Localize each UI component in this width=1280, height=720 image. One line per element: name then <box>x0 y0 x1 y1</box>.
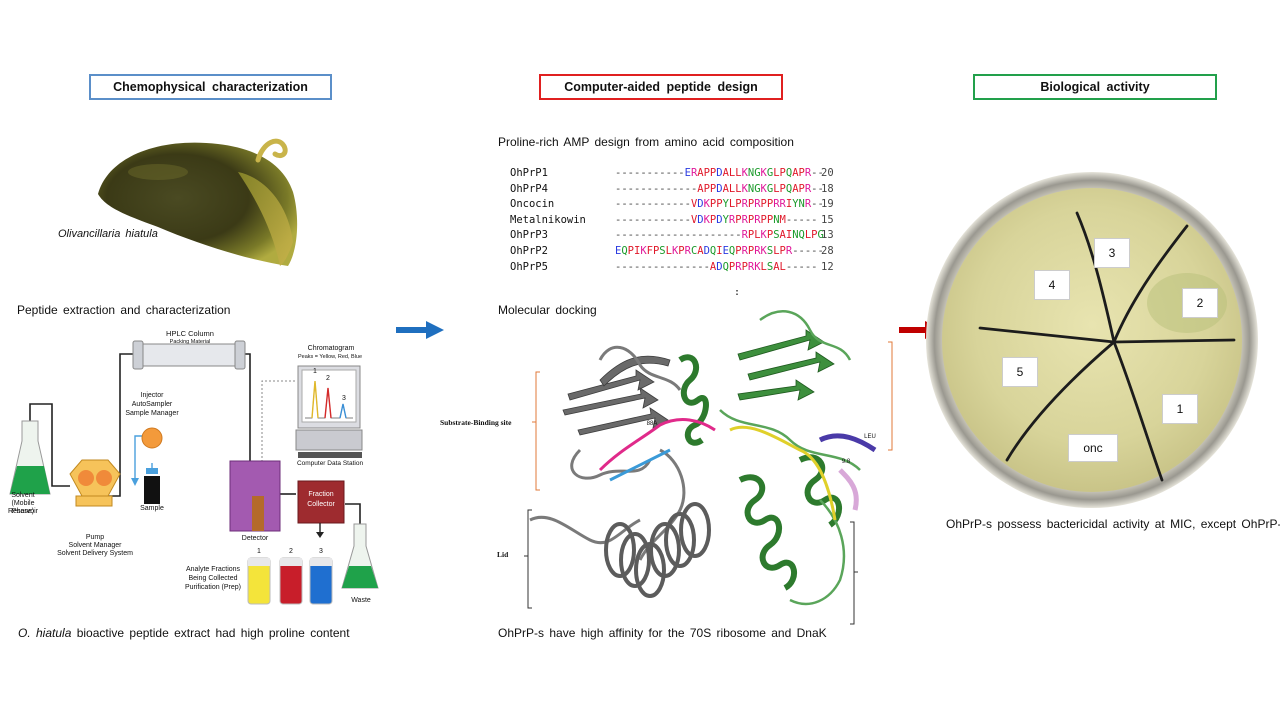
fraction-collector-label-2: Collector <box>307 501 335 508</box>
pump-label-1: Pump <box>85 534 105 541</box>
left-conclusion-species: O. hiatula <box>18 626 72 640</box>
analyte-label-1: Analyte Fractions <box>185 566 241 573</box>
alignment-seq-length: 12 <box>821 260 834 273</box>
alignment-seq: ------------VDKPDYRPRPRPPNM----- <box>615 213 818 226</box>
header-chemophysical-label: Chemophysical characterization <box>113 80 308 94</box>
alignment-seq-name: OhPrP4 <box>510 182 548 195</box>
left-conclusion: O. hiatula bioactive peptide extract had… <box>18 626 350 640</box>
detector-label: Detector <box>241 535 269 542</box>
right-conclusion: OhPrP-s possess bactericidal activity at… <box>946 517 1280 531</box>
fraction-number-2: 2 <box>289 548 293 555</box>
design-title: Proline-rich AMP design from amino acid … <box>498 135 794 149</box>
plate-label-onc: onc <box>1068 434 1118 462</box>
alignment-seq-length: 13 <box>821 229 834 242</box>
alignment-seq-name: OhPrP2 <box>510 244 548 257</box>
alignment-seq: ------------VDKPPYLPRPRPPRRIYNR-- <box>615 198 824 211</box>
protein-docking-structure <box>524 310 893 625</box>
left-conclusion-text: bioactive peptide extract had high proli… <box>71 626 350 640</box>
alignment-consensus: : <box>734 287 741 298</box>
alignment-row: OhPrP4 -------------APPDALLKNGKGLPQAPR--1… <box>510 182 834 198</box>
left-section-title: Peptide extraction and characterization <box>17 303 231 317</box>
alignment-seq-length: 19 <box>821 198 834 211</box>
alignment-seq: -------------APPDALLKNGKGLPQAPR-- <box>615 182 824 195</box>
alignment-seq-name: Oncocin <box>510 198 555 211</box>
alignment-row: Oncocin ------------VDKPPYLPRPRPPRRIYNR--… <box>510 197 834 213</box>
sample-manager-label: Sample Manager <box>125 410 179 417</box>
alignment-seq-name: Metalnikowin <box>510 213 586 226</box>
alignment-row: OhPrP5 ---------------ADQPRPRKLSAL----- 12 <box>510 260 834 276</box>
alignment-seq: --------------------RPLKPSAINQLPG <box>615 229 824 242</box>
peak-label-2: 2 <box>326 375 330 382</box>
alignment-seq-length: 15 <box>821 213 834 226</box>
alignment-seq: EQPIKFPSLKPRCADQIEQPRPRKSLPR----- <box>615 244 824 257</box>
alignment-seq-length: 28 <box>821 244 834 257</box>
alignment-row: OhPrP1 -----------ERAPPDALLKNGKGLPQAPR--2… <box>510 166 834 182</box>
alignment-seq: ---------------ADQPRPRKLSAL----- <box>615 260 818 273</box>
lid-label: Lid <box>497 550 509 559</box>
computer-label: Computer Data Station <box>296 460 364 467</box>
specimen-caption: Olivancillaria hiatula <box>58 228 158 240</box>
residue-label-leu: LEU <box>864 434 876 440</box>
petri-dish-image <box>926 172 1258 508</box>
chromatogram-sub-label: Peaks = Yellow, Red, Blue <box>297 354 363 360</box>
peak-label-3: 3 <box>342 395 346 402</box>
alignment-row: OhPrP3 --------------------RPLKPSAINQLPG1… <box>510 228 834 244</box>
middle-conclusion: OhPrP-s have high affinity for the 70S r… <box>498 626 827 640</box>
chromatogram-label: Chromatogram <box>307 345 355 352</box>
alignment-seq-name: OhPrP3 <box>510 229 548 242</box>
substrate-binding-label: Substrate-Binding site <box>440 418 512 427</box>
plate-label-1: 1 <box>1162 394 1198 424</box>
header-biological: Biological activity <box>973 74 1217 100</box>
sample-label: Sample <box>140 505 164 512</box>
hplc-column-sub-label: Packing Material <box>169 339 211 345</box>
alignment-seq-length: 18 <box>821 182 834 195</box>
arrow-left-to-middle <box>396 321 444 339</box>
solvent-label-1: Solvent <box>11 492 35 499</box>
alignment-seq-name: OhPrP5 <box>510 260 548 273</box>
autosampler-label: AutoSampler <box>131 401 173 408</box>
fraction-number-3: 3 <box>319 548 323 555</box>
injector-label: Injector <box>140 392 164 399</box>
alignment-seq: -----------ERAPPDALLKNGKGLPQAPR-- <box>615 167 824 179</box>
fraction-collector-label-1: Fraction <box>308 491 334 498</box>
alignment-seq-name: OhPrP1 <box>510 167 548 179</box>
pump-label-2: Solvent Manager <box>68 542 122 549</box>
plate-label-5: 5 <box>1002 357 1038 387</box>
analyte-label-3: Purification (Prep) <box>184 584 242 591</box>
residue-label-88a: 88A <box>646 421 658 427</box>
header-computer-aided-label: Computer-aided peptide design <box>564 80 758 94</box>
analyte-label-2: Being Collected <box>188 575 238 582</box>
fraction-number-1: 1 <box>257 548 261 555</box>
snail-shell-image <box>98 138 298 266</box>
sequence-alignment: OhPrP1 -----------ERAPPDALLKNGKGLPQAPR--2… <box>510 166 834 275</box>
solvent-label-3: Reservoir <box>8 508 38 515</box>
waste-label: Waste <box>351 597 371 604</box>
alignment-row: OhPrP2 EQPIKFPSLKPRCADQIEQPRPRKSLPR-----2… <box>510 244 834 260</box>
plate-label-2: 2 <box>1182 288 1218 318</box>
plate-label-3: 3 <box>1094 238 1130 268</box>
hplc-column-label: HPLC Column <box>166 329 214 338</box>
pump-label-3: Solvent Delivery System <box>57 550 133 557</box>
alignment-seq-length: 20 <box>821 167 834 179</box>
peak-label-1: 1 <box>313 368 317 375</box>
alignment-row: Metalnikowin ------------VDKPDYRPRPRPPNM-… <box>510 213 834 229</box>
header-computer-aided: Computer-aided peptide design <box>539 74 783 100</box>
header-chemophysical: Chemophysical characterization <box>89 74 332 100</box>
plate-label-4: 4 <box>1034 270 1070 300</box>
header-biological-label: Biological activity <box>1040 80 1150 94</box>
residue-label-9-8: 9.8 <box>841 459 851 465</box>
